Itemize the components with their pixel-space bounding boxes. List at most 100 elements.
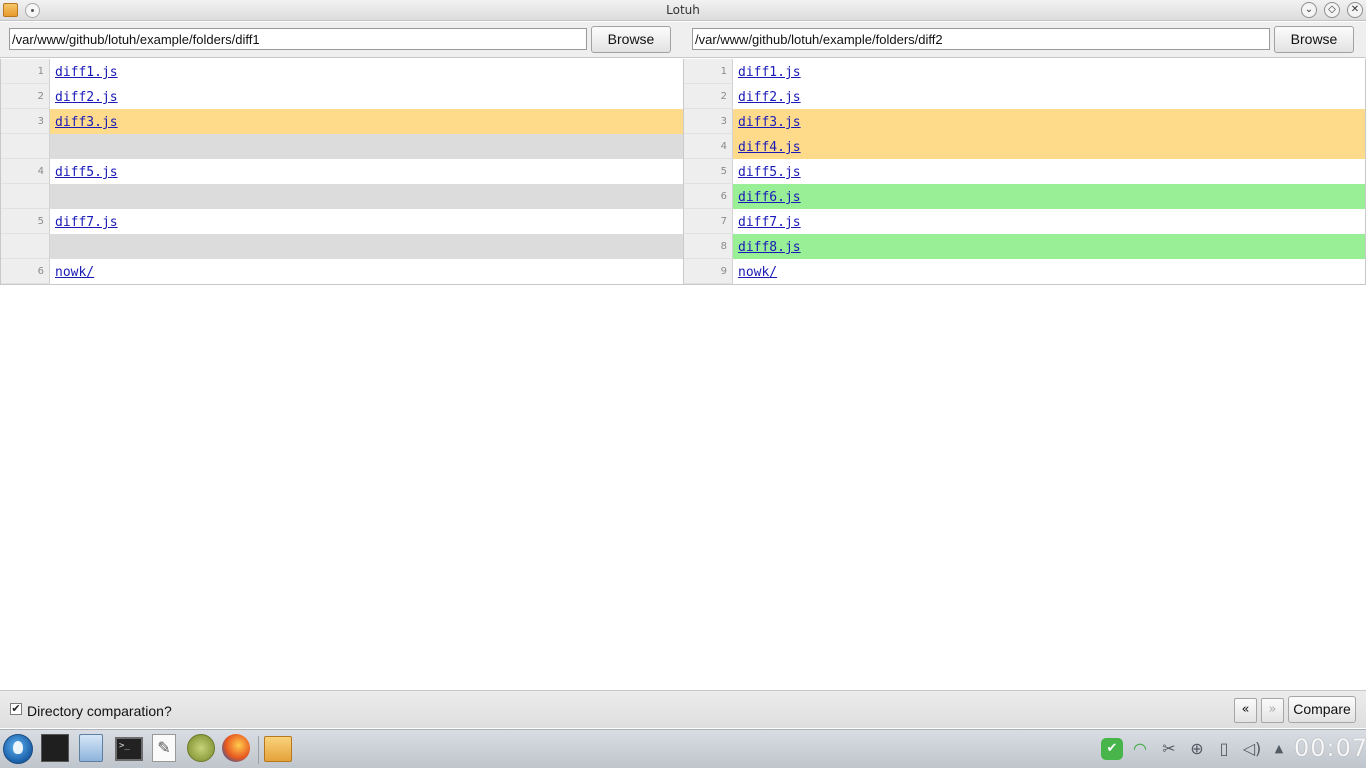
- tray-expand-icon[interactable]: ▲: [1268, 738, 1290, 760]
- left-diff-row: [1, 134, 683, 159]
- right-diff-row: 7 diff7.js: [684, 209, 1365, 234]
- file-cell: diff4.js: [733, 134, 1365, 159]
- lotuh-task-icon[interactable]: [264, 736, 292, 762]
- right-browse-button[interactable]: Browse: [1274, 26, 1354, 53]
- right-diff-pane: 1 diff1.js 2 diff2.js 3 diff3.js 4 diff4.js 5 dif…: [683, 59, 1366, 285]
- line-number: 1: [684, 59, 733, 84]
- taskbar-separator: [258, 736, 259, 764]
- taskbar: >_ ✎ ✔ ◠ ✂ ⊕ ▯ ◁) ▲ 00:07: [0, 729, 1366, 768]
- line-number: 6: [1, 259, 50, 284]
- left-diff-row: 4 diff5.js: [1, 159, 683, 184]
- wifi-icon[interactable]: ◠: [1129, 738, 1151, 760]
- start-menu-icon[interactable]: [3, 734, 33, 764]
- file-cell: nowk/: [50, 259, 683, 284]
- terminal-icon[interactable]: >_: [115, 737, 143, 761]
- text-editor-icon[interactable]: ✎: [152, 734, 176, 762]
- line-number: 1: [1, 59, 50, 84]
- file-link[interactable]: diff6.js: [738, 190, 801, 205]
- battery-icon[interactable]: ▯: [1213, 738, 1235, 760]
- right-diff-row: 3 diff3.js: [684, 109, 1365, 134]
- volume-icon[interactable]: ◁): [1241, 738, 1263, 760]
- file-link[interactable]: diff1.js: [55, 65, 118, 80]
- right-diff-row: 2 diff2.js: [684, 84, 1365, 109]
- file-link[interactable]: diff5.js: [55, 165, 118, 180]
- window-title: Lotuh: [666, 3, 700, 17]
- left-diff-row: [1, 184, 683, 209]
- security-shield-icon[interactable]: ✔: [1101, 738, 1123, 760]
- line-number: [1, 134, 50, 159]
- file-cell: diff1.js: [50, 59, 683, 84]
- left-path-input[interactable]: [9, 28, 587, 50]
- file-link[interactable]: diff2.js: [55, 90, 118, 105]
- maximize-button[interactable]: ◇: [1324, 2, 1340, 18]
- file-link[interactable]: diff5.js: [738, 165, 801, 180]
- line-number: 5: [684, 159, 733, 184]
- compare-button[interactable]: Compare: [1288, 696, 1356, 723]
- line-number: 8: [684, 234, 733, 259]
- file-link[interactable]: diff7.js: [55, 215, 118, 230]
- file-link[interactable]: diff3.js: [738, 115, 801, 130]
- next-diff-button[interactable]: »: [1261, 698, 1284, 723]
- left-diff-row: 1 diff1.js: [1, 59, 683, 84]
- file-manager-icon[interactable]: [79, 734, 103, 762]
- line-number: 6: [684, 184, 733, 209]
- line-number: 2: [684, 84, 733, 109]
- left-diff-row: 5 diff7.js: [1, 209, 683, 234]
- file-link[interactable]: diff4.js: [738, 140, 801, 155]
- left-diff-pane: 1 diff1.js 2 diff2.js 3 diff3.js 4 diff5.js 5 dif…: [0, 59, 683, 285]
- previous-diff-button[interactable]: «: [1234, 698, 1257, 723]
- line-number: 5: [1, 209, 50, 234]
- line-number: 4: [684, 134, 733, 159]
- right-diff-row: 4 diff4.js: [684, 134, 1365, 159]
- file-cell: diff8.js: [733, 234, 1365, 259]
- clipboard-scissors-icon[interactable]: ✂: [1158, 738, 1180, 760]
- close-button[interactable]: ✕: [1347, 2, 1363, 18]
- left-browse-button[interactable]: Browse: [591, 26, 671, 53]
- file-link[interactable]: nowk/: [55, 265, 94, 280]
- file-cell: diff2.js: [733, 84, 1365, 109]
- line-number: 7: [684, 209, 733, 234]
- file-cell: nowk/: [733, 259, 1365, 284]
- app-window: Lotuh ⌄ ◇ ✕ Browse Browse 1 diff1.js 2 diff…: [0, 0, 1366, 768]
- network-icon[interactable]: ⊕: [1186, 738, 1208, 760]
- title-bar[interactable]: Lotuh ⌄ ◇ ✕: [0, 0, 1366, 21]
- right-diff-row: 1 diff1.js: [684, 59, 1365, 84]
- directory-comparison-checkbox[interactable]: ✔: [10, 703, 22, 715]
- firefox-icon[interactable]: [222, 734, 250, 762]
- right-diff-row: 8 diff8.js: [684, 234, 1365, 259]
- settings-icon[interactable]: [187, 734, 215, 762]
- line-number: [1, 234, 50, 259]
- right-diff-row: 5 diff5.js: [684, 159, 1365, 184]
- file-cell: diff3.js: [733, 109, 1365, 134]
- left-diff-row: 2 diff2.js: [1, 84, 683, 109]
- path-toolbar: Browse Browse: [0, 22, 1366, 58]
- right-diff-row: 6 diff6.js: [684, 184, 1365, 209]
- file-link[interactable]: diff8.js: [738, 240, 801, 255]
- left-diff-row: 3 diff3.js: [1, 109, 683, 134]
- right-path-input[interactable]: [692, 28, 1270, 50]
- file-cell: diff5.js: [733, 159, 1365, 184]
- line-number: 3: [684, 109, 733, 134]
- desktop-icon[interactable]: [41, 734, 69, 762]
- right-diff-row: 9 nowk/: [684, 259, 1365, 284]
- file-cell: [50, 234, 683, 259]
- line-number: 4: [1, 159, 50, 184]
- file-cell: diff7.js: [733, 209, 1365, 234]
- minimize-button[interactable]: ⌄: [1301, 2, 1317, 18]
- line-number: 2: [1, 84, 50, 109]
- file-cell: diff2.js: [50, 84, 683, 109]
- file-link[interactable]: diff7.js: [738, 215, 801, 230]
- left-diff-row: 6 nowk/: [1, 259, 683, 284]
- file-link[interactable]: nowk/: [738, 265, 777, 280]
- clock[interactable]: 00:07: [1294, 734, 1366, 762]
- file-cell: diff5.js: [50, 159, 683, 184]
- line-number: 3: [1, 109, 50, 134]
- file-link[interactable]: diff1.js: [738, 65, 801, 80]
- file-cell: [50, 184, 683, 209]
- line-number: 9: [684, 259, 733, 284]
- file-link[interactable]: diff2.js: [738, 90, 801, 105]
- file-cell: diff1.js: [733, 59, 1365, 84]
- file-link[interactable]: diff3.js: [55, 115, 118, 130]
- line-number: [1, 184, 50, 209]
- file-cell: diff3.js: [50, 109, 683, 134]
